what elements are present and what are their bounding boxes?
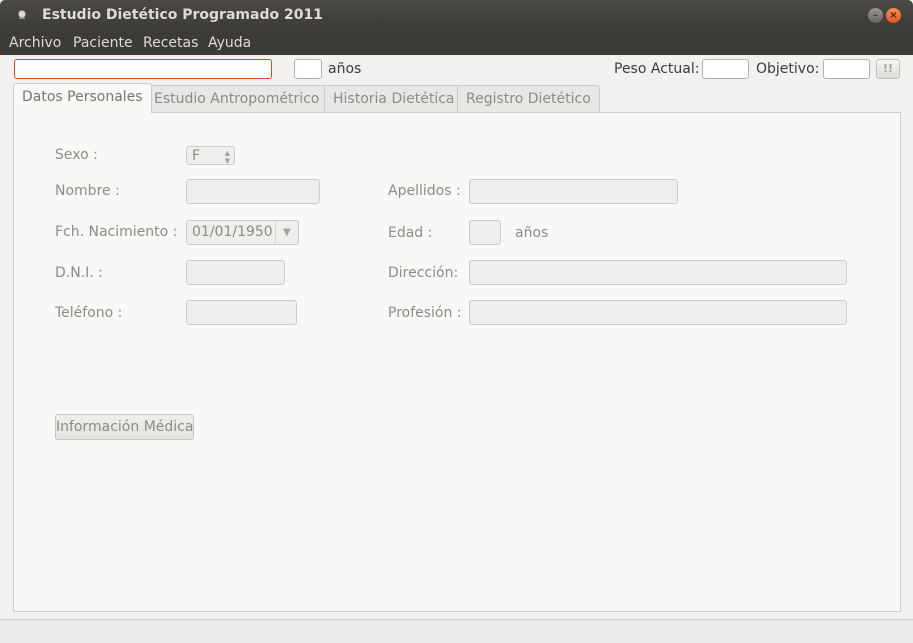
apellidos-label: Apellidos : [388, 183, 461, 199]
nombre-label: Nombre : [55, 183, 120, 199]
tab-historia-dietetica[interactable]: Historia Dietética [324, 85, 464, 113]
close-button[interactable]: × [886, 8, 901, 23]
edad-input[interactable] [469, 220, 501, 245]
edad-unit-label: años [515, 225, 549, 241]
age-unit-label: años [328, 61, 362, 77]
tab-registro-dietetico[interactable]: Registro Dietético [457, 85, 600, 113]
menu-paciente[interactable]: Paciente [73, 35, 133, 51]
sexo-label: Sexo : [55, 147, 98, 163]
apellidos-input[interactable] [469, 179, 678, 204]
fecha-nacimiento-combo[interactable]: 01/01/1950 ▼ [186, 220, 299, 245]
fecha-nacimiento-value: 01/01/1950 [192, 224, 273, 240]
menu-ayuda[interactable]: Ayuda [208, 35, 251, 51]
fecha-nacimiento-label: Fch. Nacimiento : [55, 224, 178, 240]
telefono-label: Teléfono : [55, 305, 123, 321]
minimize-button[interactable]: – [868, 8, 883, 23]
profesion-label: Profesión : [388, 305, 462, 321]
direccion-input[interactable] [469, 260, 847, 285]
app-icon [18, 10, 26, 19]
nombre-input[interactable] [186, 179, 320, 204]
menu-recetas[interactable]: Recetas [143, 35, 198, 51]
spin-arrows-icon: ▲ ▼ [224, 149, 230, 165]
objetivo-label: Objetivo: [756, 61, 820, 77]
sexo-value: F [192, 148, 201, 164]
patient-name-input[interactable] [14, 59, 272, 79]
tab-estudio-antropometrico[interactable]: Estudio Antropométrico [145, 85, 329, 113]
edad-label: Edad : [388, 225, 433, 241]
menu-bar: Archivo Paciente Recetas Ayuda [0, 31, 913, 55]
dni-input[interactable] [186, 260, 285, 285]
direccion-label: Dirección: [388, 265, 459, 281]
chevron-down-icon[interactable]: ▼ [275, 221, 298, 244]
informacion-medica-button[interactable]: Información Médica [55, 414, 194, 440]
app-window: Estudio Dietético Programado 2011 – × Ar… [0, 0, 913, 643]
dni-label: D.N.I. : [55, 265, 103, 281]
telefono-input[interactable] [186, 300, 297, 325]
objetivo-input[interactable] [823, 59, 870, 79]
patient-age-input[interactable] [294, 59, 322, 79]
window-title: Estudio Dietético Programado 2011 [42, 7, 323, 23]
status-bar [0, 619, 913, 643]
menu-archivo[interactable]: Archivo [9, 35, 61, 51]
peso-actual-input[interactable] [702, 59, 749, 79]
profesion-input[interactable] [469, 300, 847, 325]
peso-actual-label: Peso Actual: [614, 61, 700, 77]
title-bar[interactable]: Estudio Dietético Programado 2011 – × [0, 0, 913, 31]
tab-datos-personales[interactable]: Datos Personales [13, 83, 152, 113]
alert-button[interactable]: !! [876, 59, 900, 79]
sexo-spinner[interactable]: F ▲ ▼ [186, 146, 235, 165]
